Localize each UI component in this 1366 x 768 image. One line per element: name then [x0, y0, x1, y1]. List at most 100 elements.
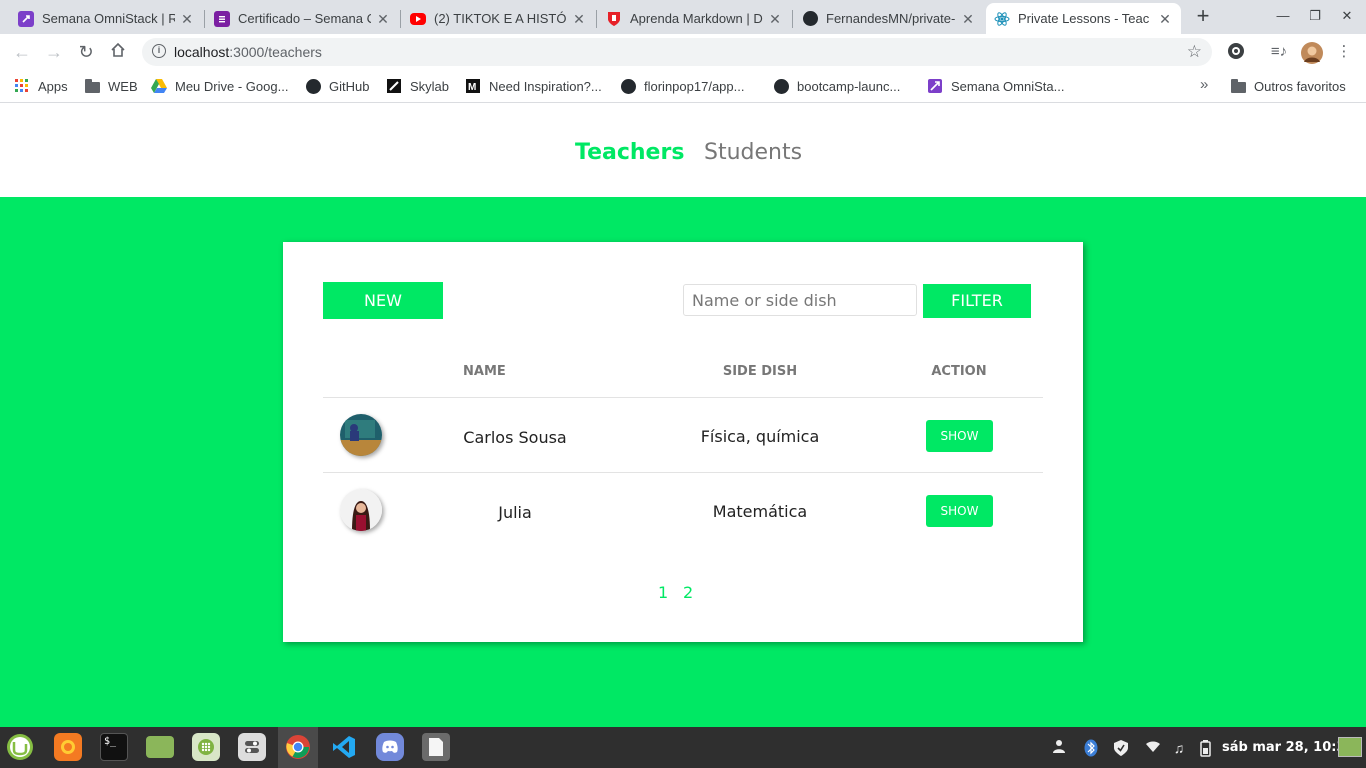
bookmark-medium[interactable]: M Need Inspiration?...	[465, 77, 602, 95]
folder-icon	[84, 78, 100, 94]
restore-icon[interactable]: ❐	[1307, 8, 1323, 24]
forward-icon[interactable]: →	[44, 42, 64, 62]
nav-teachers[interactable]: Teachers	[575, 140, 684, 165]
nav-students[interactable]: Students	[704, 140, 802, 165]
bookmark-label: Skylab	[410, 78, 450, 94]
teacher-name: Carlos Sousa	[463, 428, 567, 447]
new-teacher-button[interactable]: NEW	[323, 282, 443, 319]
bookmark-skylab[interactable]: Skylab	[386, 77, 449, 95]
apps-grid-icon	[14, 78, 30, 94]
back-icon[interactable]: ←	[12, 42, 32, 62]
vscode-icon[interactable]	[330, 733, 358, 761]
pagination-page[interactable]: 1	[658, 583, 668, 602]
terminal-icon[interactable]: $_	[100, 733, 128, 761]
bookmark-label: Semana OmniSta...	[951, 78, 1065, 94]
home-icon[interactable]	[108, 42, 128, 62]
teacher-side-dish: Física, química	[700, 427, 820, 446]
tab-title: Semana OmniStack | R	[42, 11, 175, 26]
close-window-icon[interactable]: ✕	[1339, 8, 1355, 24]
media-control-icon[interactable]: ≡♪	[1269, 42, 1289, 62]
pagination-page[interactable]: 2	[683, 583, 693, 602]
folder-icon	[1230, 78, 1246, 94]
bookmark-florinpop[interactable]: florinpop17/app...	[620, 77, 744, 95]
extension-icon[interactable]	[1226, 42, 1246, 62]
github-icon	[802, 11, 818, 27]
browser-tab[interactable]: FernandesMN/private- ✕	[794, 3, 984, 34]
show-button[interactable]: SHOW	[926, 420, 993, 452]
bookmark-label: florinpop17/app...	[644, 78, 745, 94]
profile-avatar[interactable]	[1301, 42, 1323, 64]
bookmark-apps[interactable]: Apps	[14, 77, 68, 95]
minimize-icon[interactable]: —	[1275, 8, 1291, 24]
shield-icon	[606, 11, 622, 27]
menu-icon[interactable]: ⋮	[1334, 42, 1354, 62]
tab-divider	[596, 10, 597, 28]
bookmark-omnistack[interactable]: Semana OmniSta...	[927, 77, 1064, 95]
firefox-icon[interactable]	[54, 733, 82, 761]
sound-icon[interactable]: ♫	[1170, 739, 1188, 757]
shield-update-icon[interactable]	[1112, 739, 1130, 757]
chrome-icon[interactable]	[284, 733, 312, 761]
close-icon[interactable]: ✕	[375, 11, 391, 27]
address-bar[interactable]: i localhost:3000/teachers ☆	[142, 38, 1212, 66]
tab-divider	[792, 10, 793, 28]
browser-tab[interactable]: Semana OmniStack | R ✕	[10, 3, 203, 34]
workspace-switcher-icon[interactable]	[1338, 737, 1362, 757]
svg-text:M: M	[468, 82, 476, 93]
close-icon[interactable]: ✕	[960, 11, 976, 27]
reload-icon[interactable]: ↻	[76, 42, 96, 62]
teacher-name: Julia	[498, 503, 532, 522]
filter-button[interactable]: FILTER	[923, 284, 1031, 318]
url-text: localhost:3000/teachers	[174, 44, 322, 60]
bookmark-github[interactable]: GitHub	[305, 77, 369, 95]
browser-tab-active[interactable]: Private Lessons - Teac ✕	[986, 3, 1181, 34]
browser-tab[interactable]: (2) TIKTOK E A HISTÓR ✕	[402, 3, 595, 34]
discord-icon[interactable]	[376, 733, 404, 761]
bookmark-other-favorites[interactable]: Outros favoritos	[1230, 77, 1346, 95]
bookmark-label: Meu Drive - Goog...	[175, 78, 289, 94]
info-icon[interactable]: i	[152, 44, 166, 58]
wifi-icon[interactable]	[1144, 739, 1162, 757]
bookmark-label: WEB	[108, 78, 138, 94]
text-editor-icon[interactable]	[422, 733, 450, 761]
teacher-side-dish: Matemática	[712, 502, 808, 521]
column-header-action: ACTION	[931, 364, 987, 379]
bookmarks-bar: Apps WEB Meu Drive - Goog... GitHub Skyl…	[0, 70, 1366, 103]
user-icon[interactable]	[1050, 739, 1068, 757]
table-divider	[323, 472, 1043, 473]
close-icon[interactable]: ✕	[571, 11, 587, 27]
bookmark-web[interactable]: WEB	[84, 77, 138, 95]
bookmark-bootcamp[interactable]: bootcamp-launc...	[773, 77, 900, 95]
column-header-name: NAME	[463, 364, 506, 379]
bluetooth-icon[interactable]	[1082, 739, 1100, 757]
bookmark-star-icon[interactable]: ☆	[1187, 42, 1202, 62]
skylab-icon	[386, 78, 402, 94]
omnistack-icon	[927, 78, 943, 94]
bookmarks-overflow-icon[interactable]: »	[1200, 76, 1208, 93]
tab-title: FernandesMN/private-	[826, 11, 956, 26]
battery-icon[interactable]	[1196, 739, 1214, 757]
bookmark-drive[interactable]: Meu Drive - Goog...	[151, 77, 288, 95]
tab-strip: Semana OmniStack | R ✕ Certificado – Sem…	[0, 0, 1366, 34]
browser-tab[interactable]: Certificado – Semana C ✕	[206, 3, 399, 34]
youtube-icon	[410, 12, 426, 25]
close-icon[interactable]: ✕	[767, 11, 783, 27]
mint-menu-icon[interactable]	[6, 733, 34, 761]
tab-divider	[204, 10, 205, 28]
show-button[interactable]: SHOW	[926, 495, 993, 527]
close-icon[interactable]: ✕	[179, 11, 195, 27]
file-manager-icon[interactable]	[146, 736, 174, 758]
bookmark-label: Outros favoritos	[1254, 78, 1346, 94]
browser-tab[interactable]: Aprenda Markdown | D ✕	[598, 3, 791, 34]
tab-title: Certificado – Semana C	[238, 11, 371, 26]
forms-icon	[214, 10, 230, 27]
medium-icon: M	[465, 78, 481, 94]
new-tab-button[interactable]: +	[1192, 5, 1214, 28]
apps-launcher-icon[interactable]	[192, 733, 220, 761]
settings-toggle-icon[interactable]	[238, 733, 266, 761]
avatar	[340, 489, 382, 531]
search-input[interactable]	[683, 284, 917, 316]
page-header: Teachers Students	[0, 104, 1366, 197]
close-icon[interactable]: ✕	[1157, 11, 1173, 27]
clock[interactable]: sáb mar 28, 10:30	[1222, 740, 1355, 755]
